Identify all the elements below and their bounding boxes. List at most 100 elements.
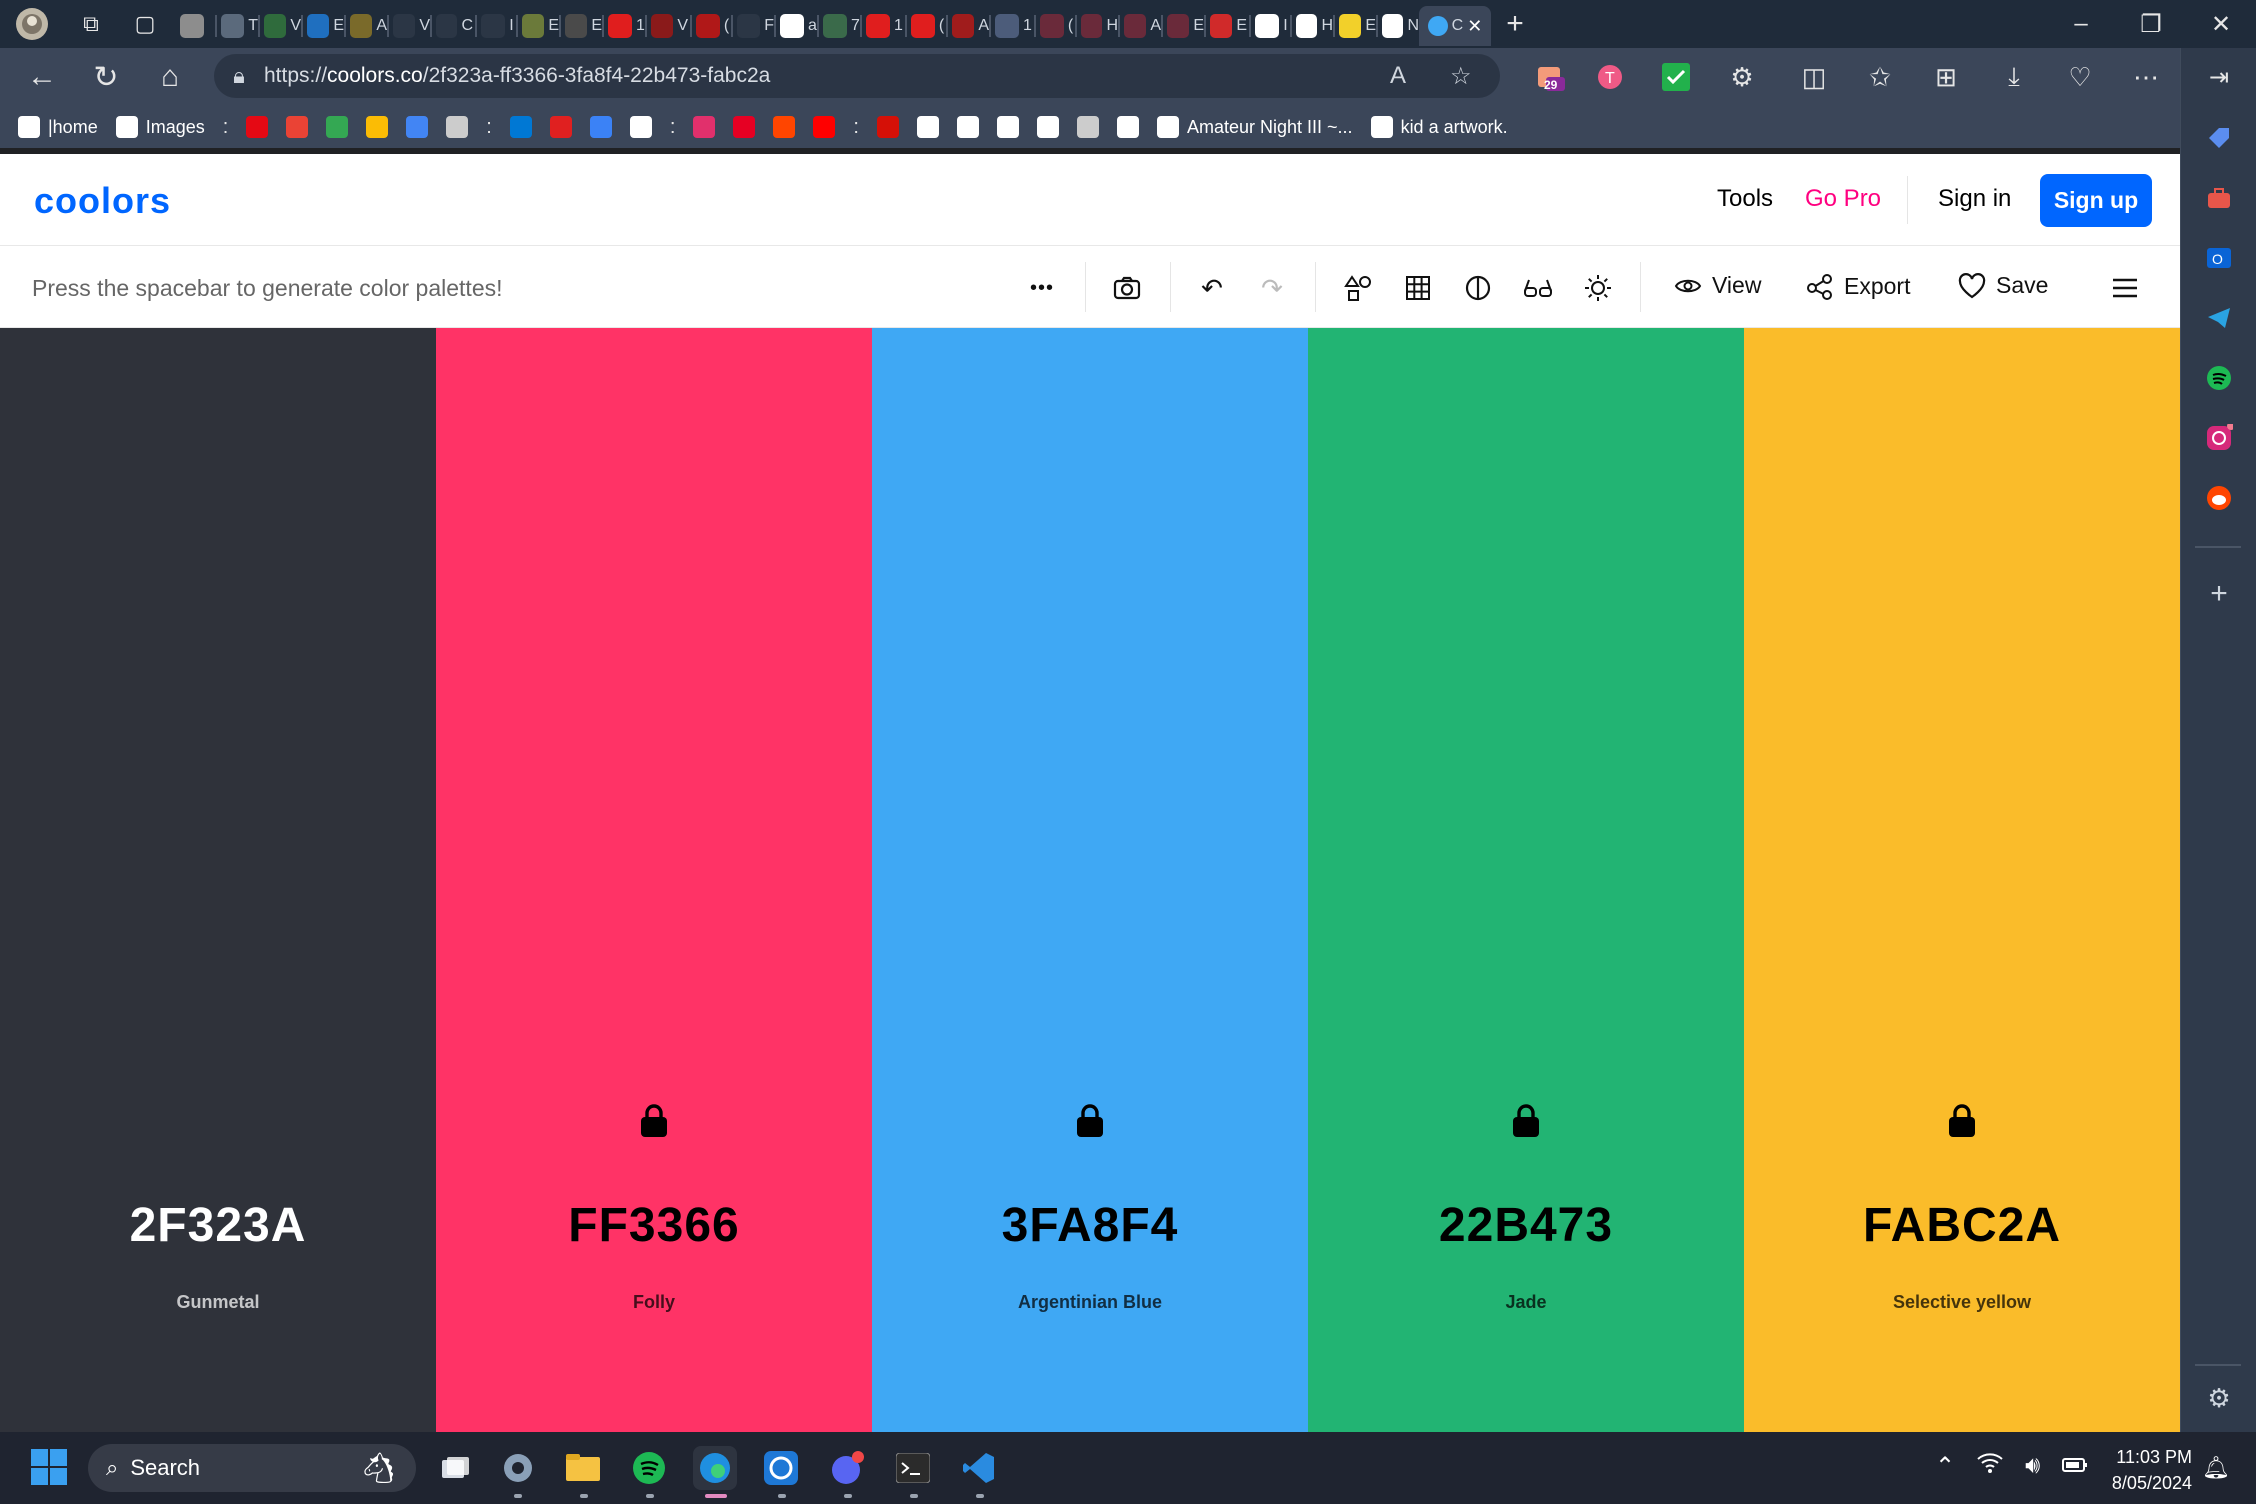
browser-tab[interactable]: E [559,6,602,46]
extensions-puzzle-icon[interactable]: ⚙ [1722,57,1762,97]
browser-tab[interactable]: E [1333,6,1376,46]
save-button[interactable]: Save [1958,272,2048,299]
split-screen-icon[interactable]: ◫ [1794,57,1834,97]
new-tab-button[interactable]: + [1491,7,1539,41]
color-hex-code[interactable]: 3FA8F4 [872,1198,1308,1253]
color-hex-code[interactable]: FABC2A [1744,1198,2180,1253]
lock-icon[interactable] [640,1104,668,1138]
browser-tab[interactable]: A [344,6,387,46]
color-name[interactable]: Argentinian Blue [872,1292,1308,1313]
browser-tab[interactable]: E [301,6,344,46]
color-hex-code[interactable]: 22B473 [1308,1198,1744,1253]
browser-tab[interactable]: ( [688,6,731,46]
browser-tab[interactable]: H [1290,6,1333,46]
browser-tab[interactable]: 1 [860,6,903,46]
browser-tab[interactable]: 7 [817,6,860,46]
browser-tab[interactable]: ( [903,6,946,46]
bookmark-item[interactable] [693,106,716,148]
lock-icon[interactable] [1076,1104,1104,1138]
extension-check-icon[interactable] [1656,57,1696,97]
chevron-up-icon[interactable]: ⌃ [1935,1452,1955,1481]
view-button[interactable]: View [1674,272,1761,299]
bookmark-item[interactable] [1116,106,1139,148]
bookmark-item[interactable] [406,106,429,148]
sidebar-toggle-icon[interactable]: ⇥ [2181,48,2256,106]
taskbar-search[interactable]: ⌕ Search 🐴︎ [88,1444,416,1492]
undo-icon[interactable]: ↶ [1190,266,1234,310]
browser-tab[interactable]: 1 [989,6,1032,46]
tools-link[interactable]: Tools [1717,185,1773,213]
spotify-app-icon[interactable] [627,1446,671,1490]
read-aloud-icon[interactable]: A [1390,62,1406,90]
notification-bell-icon[interactable]: 🔔︎ [2198,1448,2234,1488]
camera-icon[interactable] [1105,266,1149,310]
settings-more-icon[interactable]: ⋯ [2126,57,2166,97]
extension-calendar-icon[interactable]: 29 [1530,57,1570,97]
lock-icon[interactable] [1948,1104,1976,1138]
sidebar-settings-icon[interactable]: ⚙ [2199,1378,2239,1418]
bookmark-item[interactable] [549,106,572,148]
discord-app-icon[interactable] [825,1446,869,1490]
browser-tab[interactable]: E [1161,6,1204,46]
browser-tab[interactable]: V [387,6,430,46]
site-info-lock-icon[interactable]: 🔒︎ [214,63,264,89]
redo-icon[interactable]: ↷ [1250,266,1294,310]
export-button[interactable]: Export [1806,272,1910,300]
browser-tab[interactable]: I [473,6,516,46]
color-column[interactable]: FF3366 Folly [436,328,872,1432]
browser-essentials-icon[interactable]: ♡ [2060,57,2100,97]
volume-icon[interactable]: 🔊︎ [2025,1452,2040,1481]
lock-icon[interactable] [1512,1104,1540,1138]
browser-tab[interactable]: 1 [602,6,645,46]
sidebar-instagram-icon[interactable] [2199,418,2239,458]
color-column[interactable]: 3FA8F4 Argentinian Blue [872,328,1308,1432]
sidebar-tag-icon[interactable] [2199,118,2239,158]
favorite-star-icon[interactable]: ☆ [1450,62,1472,91]
color-hex-code[interactable]: 2F323A [0,1198,436,1253]
sidebar-toolbox-icon[interactable] [2199,178,2239,218]
system-clock[interactable]: 11:03 PM 8/05/2024 [2090,1444,2192,1496]
sidebar-outlook-icon[interactable]: O [2199,238,2239,278]
address-bar[interactable]: 🔒︎ https://coolors.co/2f323a-ff3366-3fa8… [214,54,1500,98]
more-options-button[interactable]: ••• [1020,266,1064,310]
shapes-icon[interactable] [1336,266,1380,310]
bookmark-item[interactable] [813,106,836,148]
bookmark-item[interactable] [446,106,469,148]
profile-avatar[interactable] [0,0,64,48]
browser-tab[interactable]: ( [1032,6,1075,46]
close-tab-icon[interactable]: ✕ [1467,16,1482,37]
browser-tab[interactable]: H [1075,6,1118,46]
browser-tab[interactable]: F [731,6,774,46]
color-column[interactable]: FABC2A Selective yellow [1744,328,2180,1432]
edge-app-icon[interactable] [693,1446,737,1490]
bookmark-item[interactable] [733,106,756,148]
favorites-icon[interactable]: ✩ [1860,57,1900,97]
vscode-app-icon[interactable] [957,1446,1001,1490]
close-window-button[interactable]: ✕ [2186,0,2256,48]
bookmark-item[interactable] [773,106,796,148]
restore-button[interactable]: ❐ [2116,0,2186,48]
taskview-icon[interactable] [433,1446,477,1490]
sidebar-spotify-icon[interactable] [2199,358,2239,398]
bookmark-item[interactable]: Images [115,106,205,148]
hamburger-menu-icon[interactable] [2103,266,2147,310]
bookmark-item[interactable] [629,106,652,148]
vertical-tabs-icon[interactable]: ▢ [118,0,172,48]
color-name[interactable]: Gunmetal [0,1292,436,1313]
bookmark-item[interactable] [366,106,389,148]
color-name[interactable]: Folly [436,1292,872,1313]
bookmark-item[interactable] [956,106,979,148]
minimize-button[interactable]: – [2046,0,2116,48]
browser-tab[interactable]: V [645,6,688,46]
browser-tab[interactable]: E [516,6,559,46]
browser-tab[interactable]: E [1204,6,1247,46]
s-app-icon[interactable] [759,1446,803,1490]
go-pro-link[interactable]: Go Pro [1805,185,1881,213]
bookmark-item[interactable] [1036,106,1059,148]
workspaces-icon[interactable]: ⧉ [64,0,118,48]
bookmark-item[interactable] [876,106,899,148]
home-button[interactable]: ⌂ [138,48,202,106]
collections-icon[interactable]: ⊞ [1926,57,1966,97]
bookmark-item[interactable] [1076,106,1099,148]
sidebar-reddit-icon[interactable] [2199,478,2239,518]
